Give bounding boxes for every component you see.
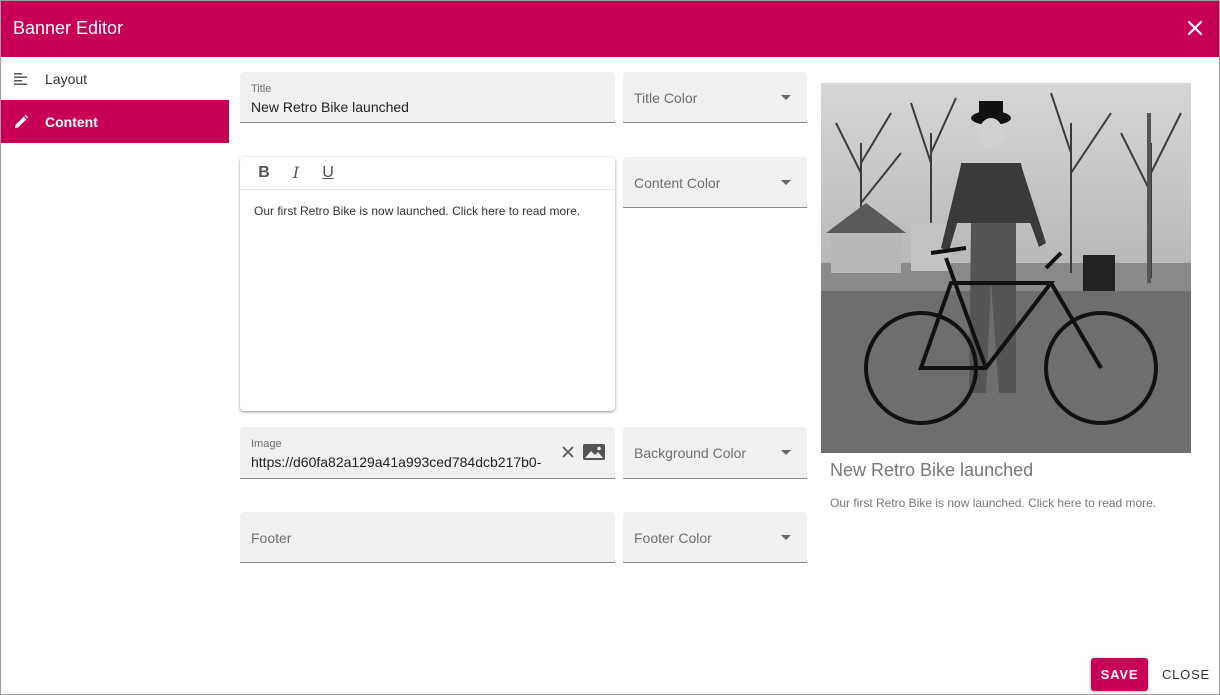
image-icon[interactable]	[582, 442, 606, 462]
sidebar: Layout Content	[1, 57, 229, 143]
title-field-value: New Retro Bike launched	[251, 99, 409, 115]
editor-toolbar: B I U	[240, 157, 615, 190]
sidebar-item-content[interactable]: Content	[1, 100, 229, 143]
banner-preview: New Retro Bike launched Our first Retro …	[821, 83, 1191, 510]
footer-placeholder: Footer	[251, 530, 292, 546]
footer-color-placeholder: Footer Color	[634, 530, 712, 546]
content-color-placeholder: Content Color	[634, 175, 721, 191]
footer-color-select[interactable]: Footer Color	[623, 512, 807, 563]
footer-field[interactable]: Footer	[240, 512, 615, 563]
sidebar-item-label: Content	[45, 114, 98, 130]
italic-button[interactable]: I	[285, 163, 307, 183]
title-field[interactable]: Title New Retro Bike launched	[240, 72, 615, 123]
dialog-titlebar: Banner Editor	[1, 1, 1219, 57]
chevron-down-icon	[781, 180, 791, 185]
content-color-select[interactable]: Content Color	[623, 157, 807, 208]
banner-editor-dialog: Banner Editor Layout Content Title New R…	[0, 0, 1220, 695]
dialog-title: Banner Editor	[13, 18, 124, 38]
image-url-field[interactable]: Image https://d60fa82a129a41a993ced784dc…	[240, 427, 615, 479]
preview-title: New Retro Bike launched	[830, 460, 1034, 480]
clear-icon[interactable]	[560, 444, 576, 460]
chevron-down-icon	[781, 535, 791, 540]
preview-content: Our first Retro Bike is now launched. Cl…	[830, 496, 1157, 510]
title-color-select[interactable]: Title Color	[623, 72, 807, 123]
underline-button[interactable]: U	[317, 163, 339, 183]
sidebar-item-layout[interactable]: Layout	[1, 57, 229, 100]
editor-text[interactable]: Our first Retro Bike is now launched. Cl…	[254, 204, 580, 218]
image-field-label: Image	[251, 438, 282, 450]
preview-image	[821, 83, 1191, 453]
close-button[interactable]: CLOSE	[1159, 658, 1213, 691]
background-color-select[interactable]: Background Color	[623, 427, 807, 479]
save-button[interactable]: SAVE	[1091, 658, 1148, 691]
title-field-label: Title	[251, 83, 272, 95]
bold-button[interactable]: B	[253, 163, 275, 183]
content-editor[interactable]: B I U Our first Retro Bike is now launch…	[240, 157, 615, 411]
title-color-placeholder: Title Color	[634, 90, 698, 106]
chevron-down-icon	[781, 450, 791, 455]
image-field-value: https://d60fa82a129a41a993ced784dcb217b0…	[251, 454, 542, 470]
close-icon[interactable]	[1185, 18, 1205, 38]
chevron-down-icon	[781, 95, 791, 100]
background-color-placeholder: Background Color	[634, 445, 747, 461]
pencil-icon	[13, 114, 29, 130]
layout-icon	[13, 71, 29, 87]
sidebar-item-label: Layout	[45, 71, 88, 87]
